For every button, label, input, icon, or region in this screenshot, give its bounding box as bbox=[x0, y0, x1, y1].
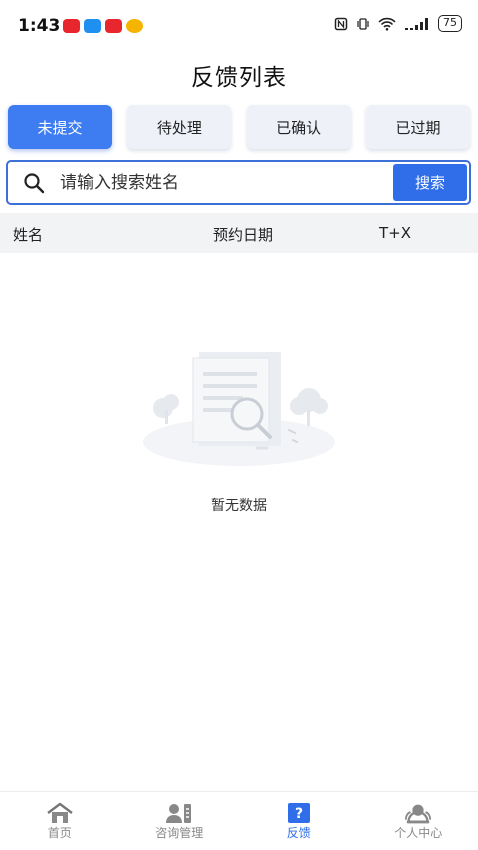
bottom-nav: 首页 咨询管理 ? 反馈 个人中心 bbox=[0, 791, 478, 850]
notification-app-icon bbox=[84, 19, 101, 33]
column-header-t-plus-x: T+X bbox=[379, 224, 412, 242]
vibrate-icon bbox=[357, 17, 369, 30]
nav-label-consult-management: 咨询管理 bbox=[155, 826, 204, 840]
nav-label-feedback: 反馈 bbox=[286, 826, 311, 840]
nav-item-consult-management[interactable]: 咨询管理 bbox=[120, 792, 240, 850]
battery-indicator: 75 bbox=[438, 15, 462, 32]
search-button[interactable]: 搜索 bbox=[393, 164, 467, 201]
status-time: 1:43 bbox=[18, 16, 61, 36]
notification-app-icon bbox=[126, 19, 143, 33]
nav-label-personal-center: 个人中心 bbox=[394, 826, 443, 840]
notification-app-icon bbox=[105, 19, 122, 33]
page-title: 反馈列表 bbox=[191, 65, 287, 91]
nfc-icon bbox=[334, 17, 348, 30]
tab-pending[interactable]: 待处理 bbox=[127, 105, 232, 149]
table-header: 姓名 预约日期 T+X bbox=[0, 213, 478, 253]
feedback-icon: ? bbox=[284, 800, 314, 824]
status-app-icons bbox=[63, 19, 143, 33]
wifi-icon bbox=[378, 17, 396, 31]
search-icon bbox=[8, 162, 60, 203]
tab-unsubmitted[interactable]: 未提交 bbox=[8, 105, 112, 149]
search-bar: 搜索 bbox=[6, 160, 471, 205]
search-input[interactable] bbox=[60, 162, 393, 203]
notification-app-icon bbox=[63, 19, 80, 33]
user-icon bbox=[403, 800, 433, 824]
nav-item-feedback[interactable]: ? 反馈 bbox=[239, 792, 359, 850]
status-tabs: 未提交 待处理 已确认 已过期 bbox=[8, 105, 470, 149]
empty-state-text: 暂无数据 bbox=[211, 498, 267, 514]
nav-label-home: 首页 bbox=[47, 826, 72, 840]
nav-item-personal-center[interactable]: 个人中心 bbox=[359, 792, 478, 850]
nav-item-home[interactable]: 首页 bbox=[0, 792, 120, 850]
empty-data-illustration bbox=[143, 352, 335, 466]
tab-expired[interactable]: 已过期 bbox=[365, 105, 470, 149]
home-icon bbox=[45, 800, 75, 824]
status-bar: 1:43 75 bbox=[0, 0, 478, 54]
tab-confirmed[interactable]: 已确认 bbox=[246, 105, 351, 149]
consult-icon bbox=[164, 800, 194, 824]
column-header-name: 姓名 bbox=[13, 226, 44, 244]
column-header-appointment-date: 预约日期 bbox=[213, 226, 274, 244]
svg-text:?: ? bbox=[295, 806, 303, 822]
status-indicators: 75 bbox=[334, 15, 462, 32]
signal-icon bbox=[405, 17, 428, 30]
